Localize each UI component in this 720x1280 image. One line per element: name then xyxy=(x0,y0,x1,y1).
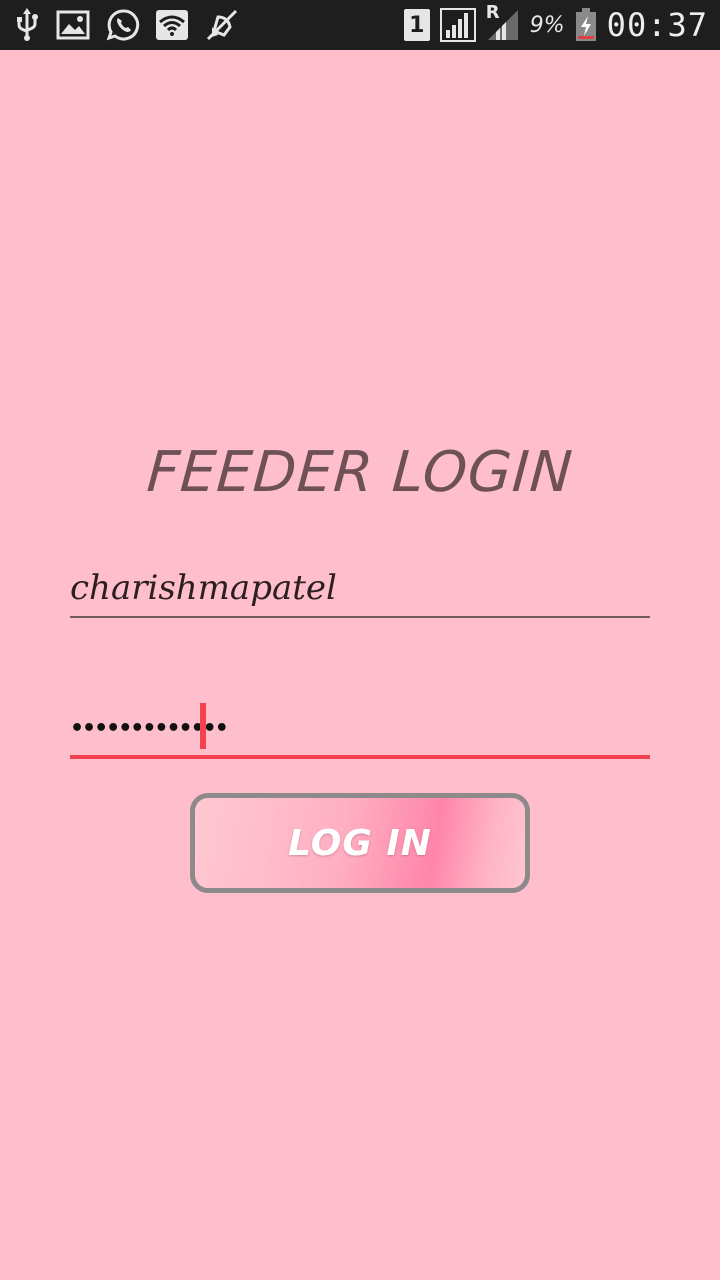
whatsapp-icon xyxy=(106,8,140,42)
usb-icon xyxy=(14,8,40,42)
battery-percent: 9% xyxy=(529,12,565,38)
status-bar: 1 R 9% 00:37 xyxy=(0,0,720,50)
signal-strength-icon xyxy=(439,8,476,42)
login-button[interactable]: LOG IN xyxy=(190,793,530,893)
wifi-icon xyxy=(156,10,188,40)
username-value: charishmapatel xyxy=(70,568,337,608)
page-title: FEEDER LOGIN xyxy=(144,440,576,505)
status-left-icons xyxy=(14,0,256,50)
password-field[interactable]: ••••••••••••• xyxy=(70,700,650,759)
username-field[interactable]: charishmapatel xyxy=(70,560,650,618)
clock-time: 00:37 xyxy=(606,6,708,44)
roaming-indicator: R xyxy=(485,2,500,23)
mute-icon xyxy=(204,9,240,41)
image-icon xyxy=(56,10,90,40)
status-right-icons: 1 R 9% 00:37 xyxy=(394,0,708,50)
login-button-label: LOG IN xyxy=(288,822,432,864)
text-cursor xyxy=(200,703,206,749)
roaming-signal-icon: R xyxy=(486,2,520,42)
sim-slot-badge: 1 xyxy=(403,9,430,41)
battery-charging-icon xyxy=(575,8,597,42)
